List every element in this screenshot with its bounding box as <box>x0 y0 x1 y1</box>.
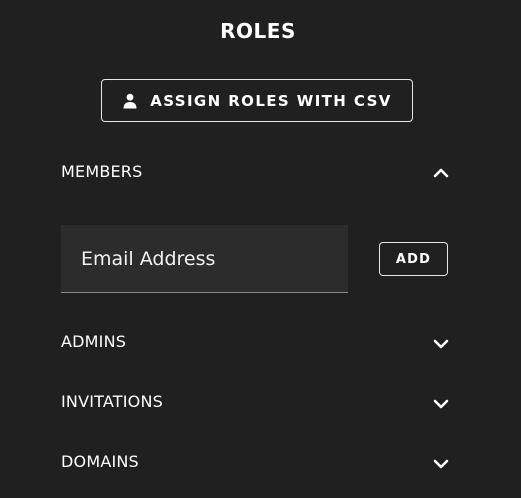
person-icon <box>123 93 137 108</box>
chevron-down-icon[interactable] <box>432 335 450 353</box>
section-domains-label[interactable]: DOMAINS <box>61 452 139 471</box>
email-field-container <box>61 225 348 293</box>
page-title: ROLES <box>220 19 296 43</box>
section-invitations-label[interactable]: INVITATIONS <box>61 392 163 411</box>
chevron-up-icon[interactable] <box>432 164 450 182</box>
add-member-button[interactable]: ADD <box>379 242 448 276</box>
section-members-label[interactable]: MEMBERS <box>61 162 142 181</box>
email-field[interactable] <box>61 225 348 292</box>
chevron-down-icon[interactable] <box>432 455 450 473</box>
assign-roles-csv-label: ASSIGN ROLES WITH CSV <box>150 91 392 110</box>
chevron-down-icon[interactable] <box>432 395 450 413</box>
assign-roles-csv-button[interactable]: ASSIGN ROLES WITH CSV <box>101 79 413 122</box>
section-admins-label[interactable]: ADMINS <box>61 332 126 351</box>
